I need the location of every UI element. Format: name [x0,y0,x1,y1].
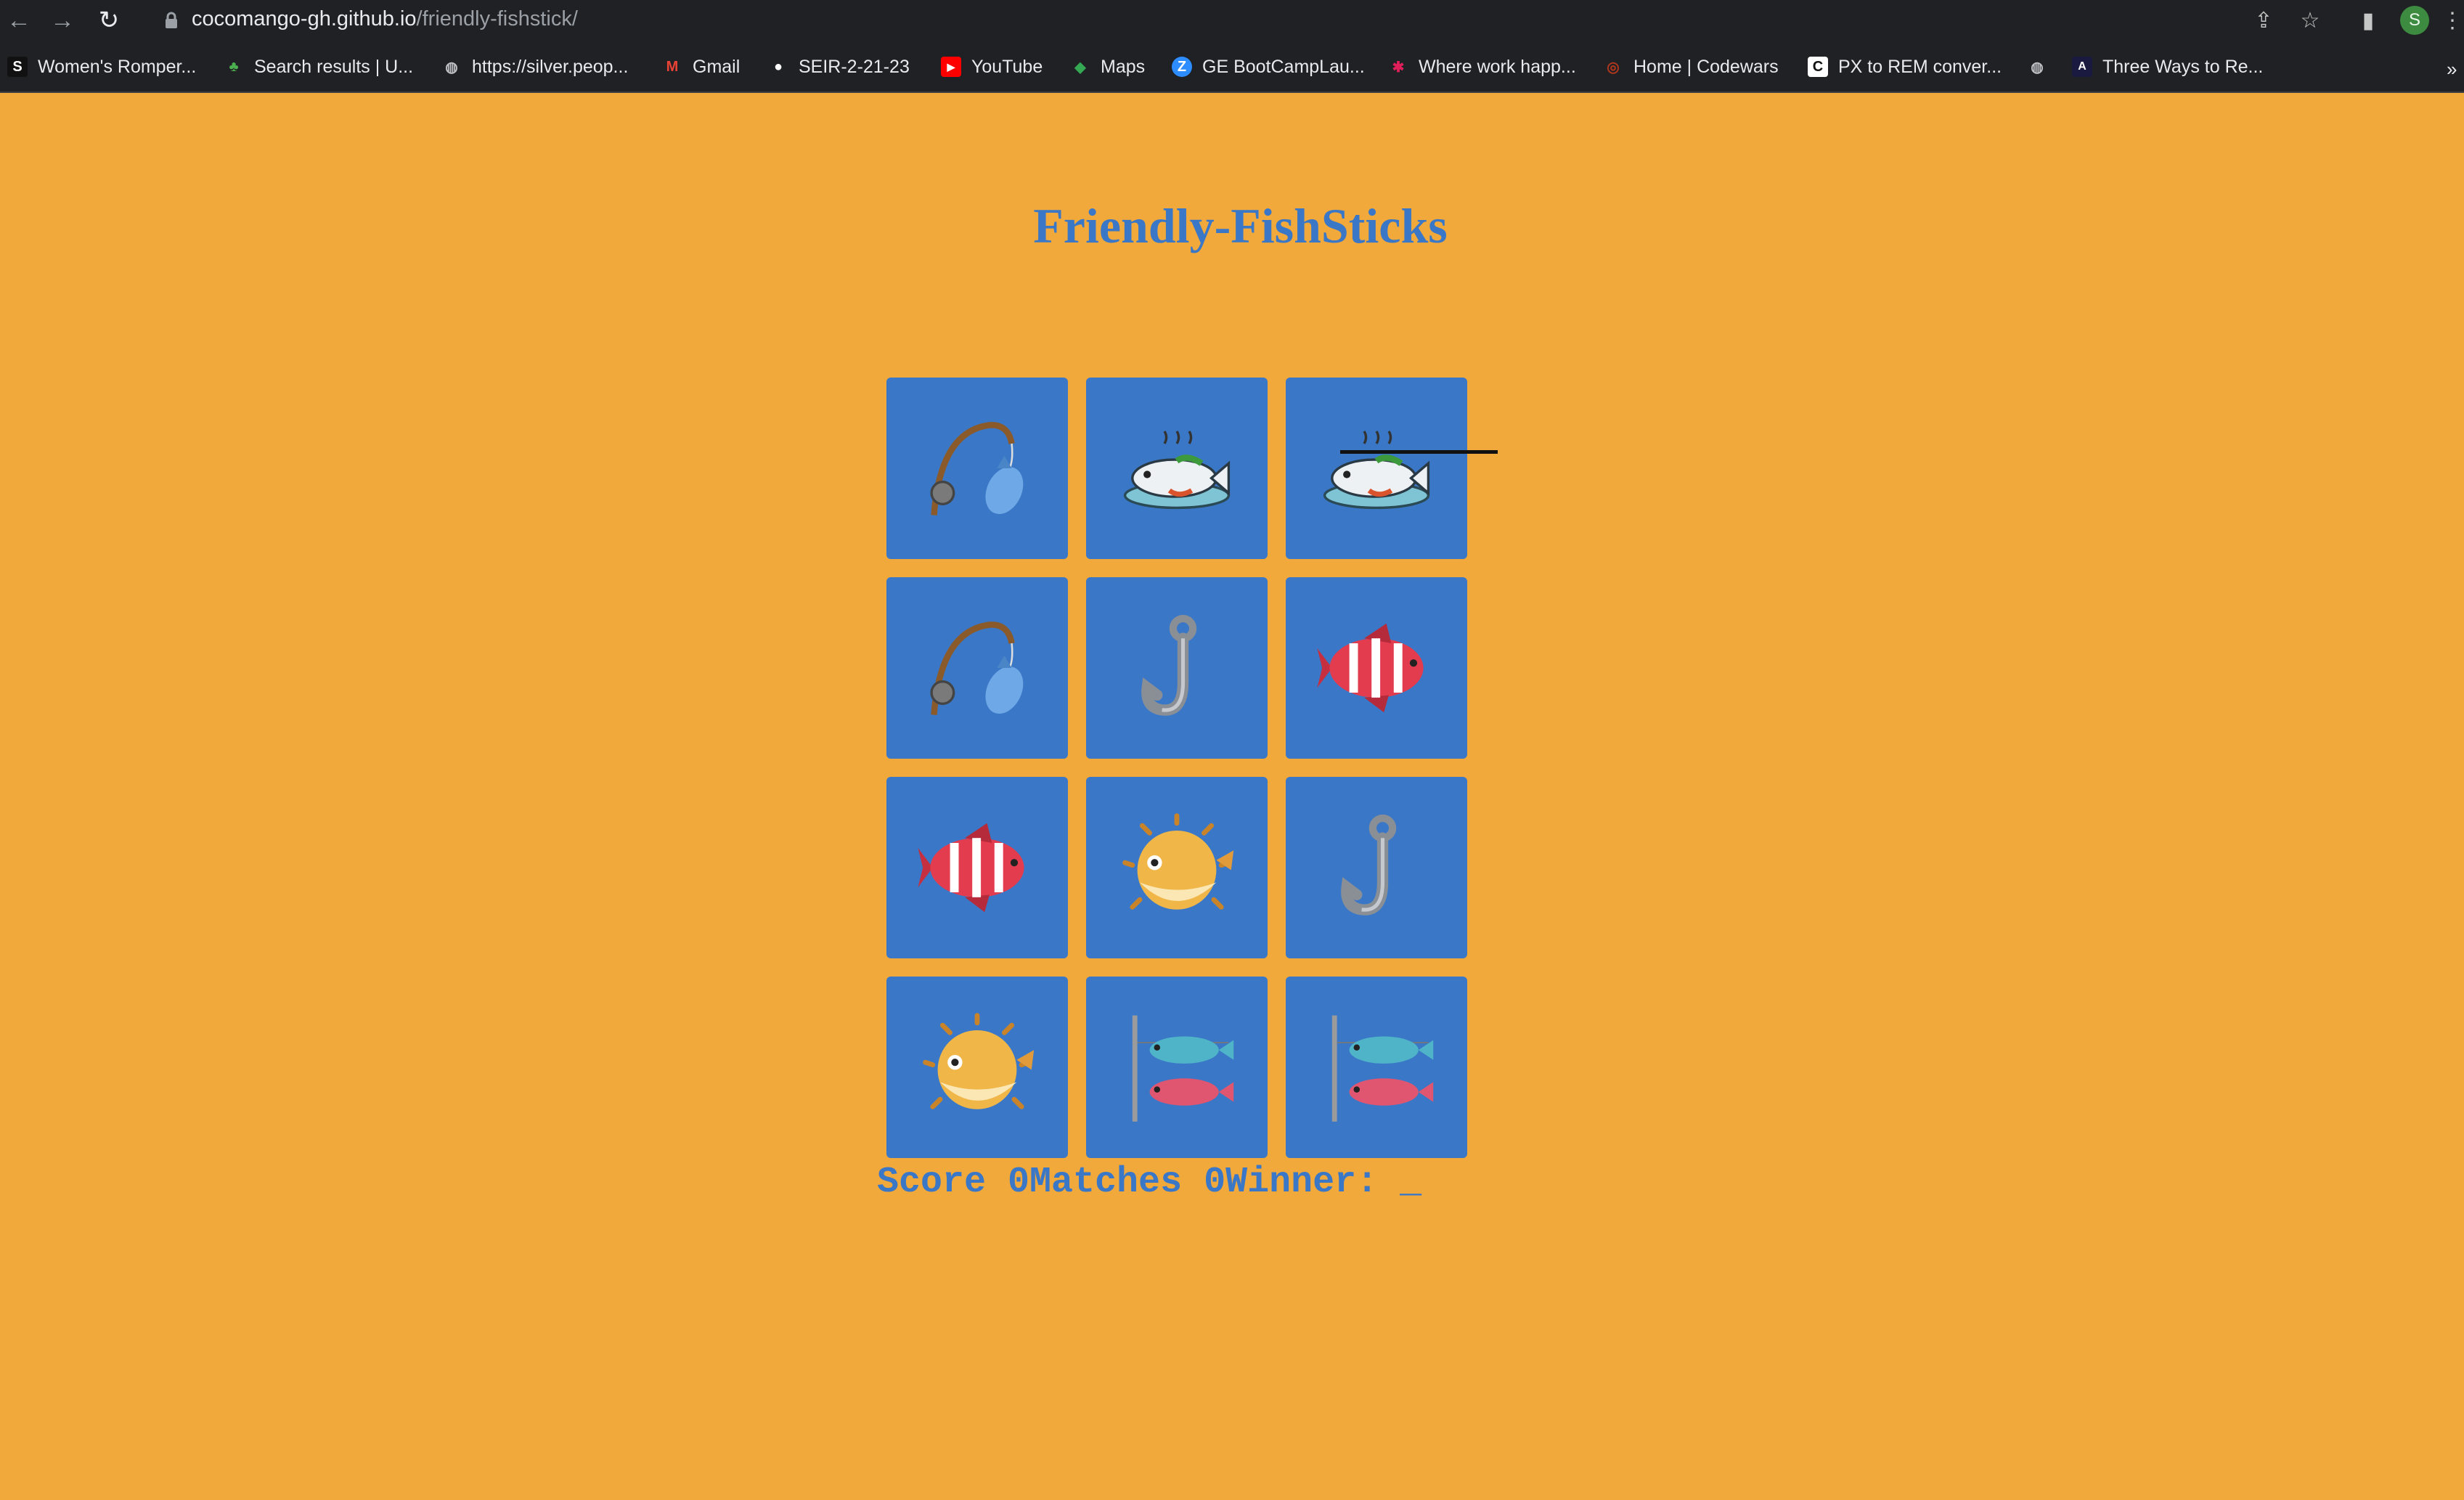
reload-icon[interactable]: ↻ [94,6,123,35]
tropical-fish-icon [918,823,1024,913]
gmail-icon: M [666,58,679,75]
github-icon: ● [773,58,783,75]
tropical-fish-icon [1317,623,1424,713]
url-text: cocomango-gh.github.io/friendly-fishstic… [192,7,578,30]
fishing-pole-icon [930,621,1024,715]
divider [1340,450,1498,454]
card[interactable] [1286,977,1467,1158]
lock-icon [166,12,177,28]
bookmarks-overflow-icon[interactable]: » [2447,58,2457,81]
address-bar[interactable]: cocomango-gh.github.io/friendly-fishstic… [142,3,2248,38]
side-panel-icon[interactable]: ▮ [2354,6,2383,35]
avatar[interactable]: S [2400,6,2429,35]
card[interactable] [886,977,1068,1158]
slack-icon: ✱ [1392,59,1405,76]
globe-icon: ◍ [445,59,458,76]
bookmark-item[interactable]: ◍ [2027,51,2057,83]
hook-icon [1141,614,1197,716]
menu-icon[interactable]: ⋮ [2438,6,2464,35]
a-icon: A [2072,57,2092,77]
forward-icon[interactable]: → [48,6,77,35]
fish-dish-icon [1323,431,1430,510]
zoom-icon: Z [1172,57,1192,77]
fish-rack-icon [1331,1015,1434,1122]
card[interactable] [1086,977,1268,1158]
plant-icon: ♣ [229,58,239,75]
card[interactable] [1286,378,1467,559]
card[interactable] [886,378,1068,559]
hook-icon [1341,814,1397,916]
back-icon[interactable]: ← [4,6,33,35]
bookmark-item[interactable]: ● SEIR-2-21-23 [768,51,910,83]
card[interactable] [886,577,1068,759]
page-title: Friendly-FishSticks [1033,198,1448,253]
blowfish-icon [1122,813,1234,910]
bookmark-item[interactable]: ♣ Search results | U... [224,51,413,83]
bookmark-item[interactable]: ◎ Home | Codewars [1603,51,1778,83]
scoreboard: Score 0Matches 0Winner: _ [877,1162,1422,1203]
card[interactable] [1086,378,1268,559]
share-icon[interactable]: ⇪ [2249,6,2278,35]
bookmark-item[interactable]: A Three Ways to Re... [2072,51,2263,83]
bookmarks-bar: S Women's Romper... ♣ Search results | U..… [0,41,2464,93]
card[interactable] [886,777,1068,958]
bookmark-item[interactable]: C PX to REM conver... [1808,51,2002,83]
bookmark-item[interactable]: ✱ Where work happ... [1388,51,1576,83]
fishing-pole-icon [930,422,1024,515]
globe-icon: ◍ [2031,59,2044,76]
game-board [886,378,1467,1158]
fish-dish-icon [1123,431,1231,510]
fish-rack-icon [1132,1015,1234,1122]
card[interactable] [1086,777,1268,958]
bookmark-item[interactable]: S Women's Romper... [7,51,196,83]
blowfish-icon [923,1013,1035,1109]
maps-icon: ◆ [1074,59,1086,76]
bookmark-item[interactable]: ▶ YouTube [941,51,1043,83]
codewars-icon: ◎ [1607,59,1620,76]
youtube-icon: ▶ [941,57,961,77]
card[interactable] [1086,577,1268,759]
s-icon: S [7,57,28,77]
bookmark-item[interactable]: M Gmail [662,51,741,83]
card[interactable] [1286,577,1467,759]
bookmark-item[interactable]: Z GE BootCampLau... [1172,51,1365,83]
bookmark-item[interactable]: ◆ Maps [1070,51,1145,83]
c-icon: C [1808,57,1828,77]
bookmark-item[interactable]: ◍ https://silver.peop... [441,51,628,83]
star-icon[interactable]: ☆ [2296,6,2325,35]
card[interactable] [1286,777,1467,958]
browser-toolbar: ← → ↻ cocomango-gh.github.io/friendly-fi… [0,0,2464,41]
